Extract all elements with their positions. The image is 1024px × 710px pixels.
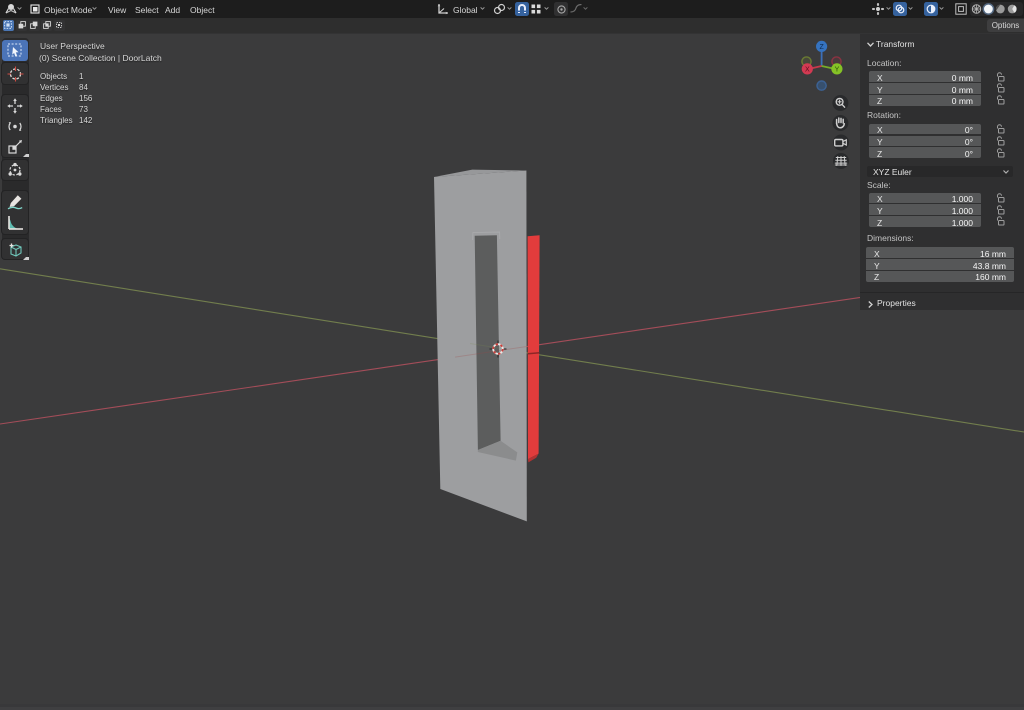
- svg-text:Y: Y: [835, 67, 840, 74]
- svg-text:X: X: [805, 67, 810, 74]
- svg-text:Z: Z: [819, 44, 824, 51]
